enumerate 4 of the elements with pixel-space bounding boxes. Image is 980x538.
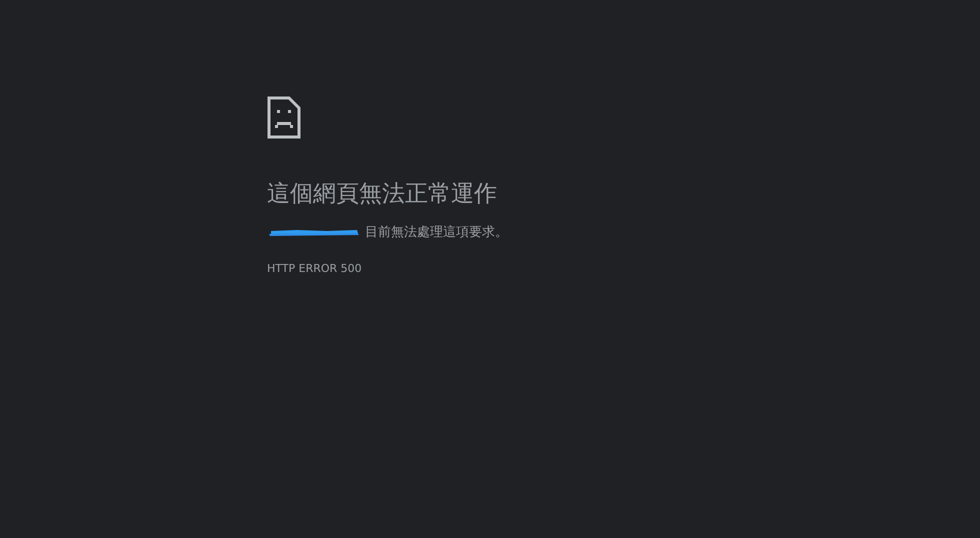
error-message: 目前無法處理這項要求。 — [365, 224, 508, 242]
error-code: HTTP ERROR 500 — [267, 261, 363, 278]
error-heading: 這個網頁無法正常運作 — [267, 181, 498, 209]
sad-page-icon — [267, 96, 301, 139]
